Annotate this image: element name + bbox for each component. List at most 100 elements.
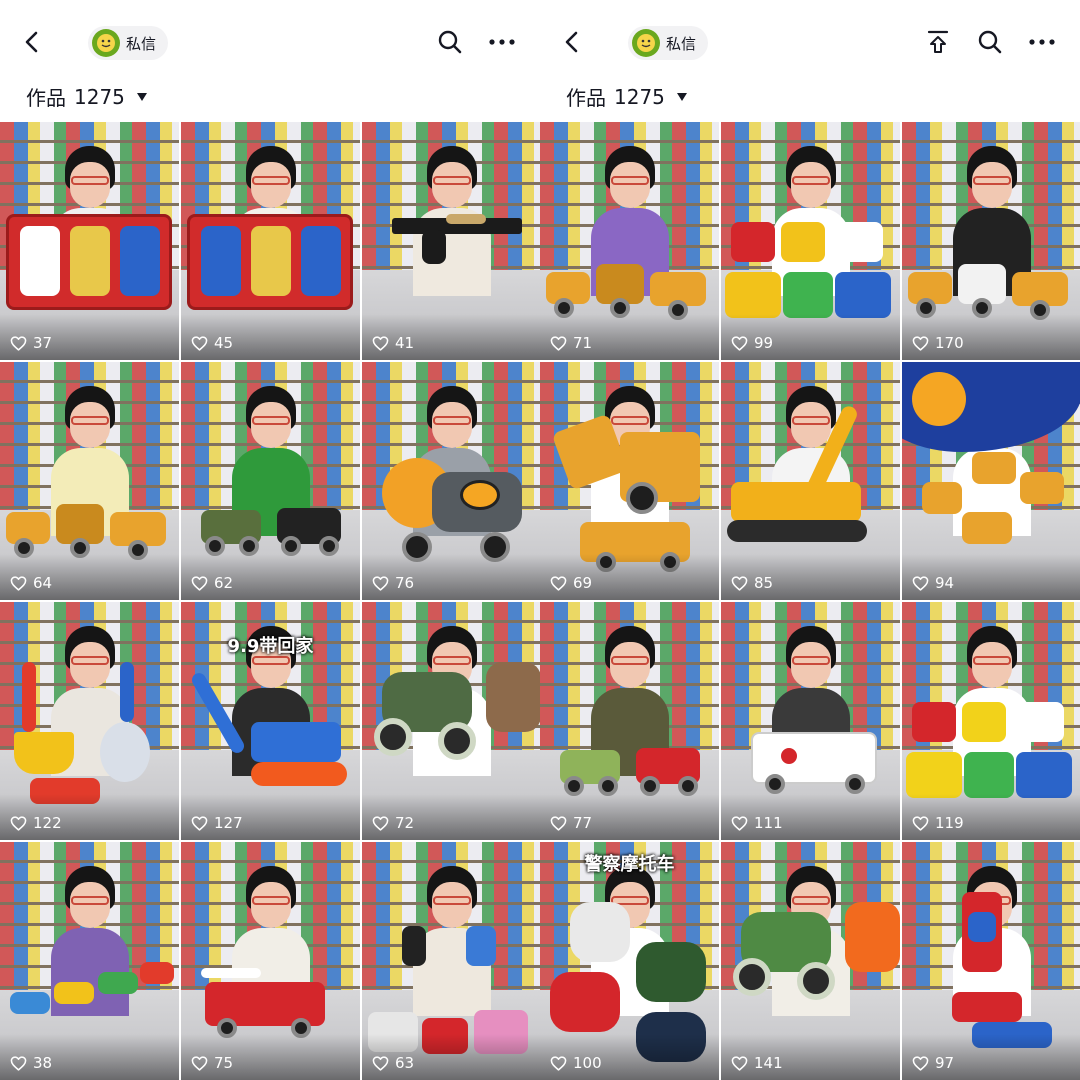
- video-thumbnail[interactable]: 85: [721, 362, 900, 600]
- pin-to-top-icon: [927, 30, 949, 53]
- video-thumbnail[interactable]: 9.9带回家 127: [181, 602, 360, 840]
- video-thumbnail[interactable]: 64: [0, 362, 179, 600]
- heart-icon: [912, 1055, 929, 1071]
- video-thumbnail[interactable]: 141: [721, 842, 900, 1080]
- video-thumbnail[interactable]: 41: [362, 122, 540, 360]
- works-label: 作品: [566, 86, 606, 110]
- back-button[interactable]: [18, 28, 46, 56]
- like-count: 97: [912, 1054, 954, 1072]
- like-count: 69: [550, 574, 592, 592]
- like-count-value: 85: [754, 574, 774, 592]
- heart-icon: [912, 335, 929, 351]
- works-label: 作品: [26, 86, 66, 110]
- video-thumbnail[interactable]: 119: [902, 602, 1080, 840]
- like-count: 72: [372, 814, 414, 832]
- video-thumbnail[interactable]: 38: [0, 842, 179, 1080]
- heart-icon: [550, 575, 567, 591]
- like-count: 127: [191, 814, 243, 832]
- heart-icon: [372, 1055, 389, 1071]
- works-filter[interactable]: 作品 1275: [566, 82, 687, 111]
- chevron-left-icon: [565, 31, 578, 53]
- like-count: 71: [550, 334, 592, 352]
- avatar: [92, 29, 120, 57]
- video-thumbnail[interactable]: 45: [181, 122, 360, 360]
- like-count-value: 76: [395, 574, 415, 592]
- like-count-value: 62: [214, 574, 234, 592]
- heart-icon: [550, 1055, 567, 1071]
- heart-icon: [191, 815, 208, 831]
- like-count: 37: [10, 334, 52, 352]
- back-button[interactable]: [558, 28, 586, 56]
- video-thumbnail[interactable]: 63: [362, 842, 540, 1080]
- video-thumbnail[interactable]: 122: [0, 602, 179, 840]
- like-count: 111: [731, 814, 783, 832]
- search-button[interactable]: [974, 26, 1006, 58]
- heart-icon: [372, 335, 389, 351]
- like-count-value: 64: [33, 574, 53, 592]
- like-count: 63: [372, 1054, 414, 1072]
- video-thumbnail[interactable]: 69: [540, 362, 719, 600]
- video-thumbnail[interactable]: 警察摩托车 100: [540, 842, 719, 1080]
- heart-icon: [191, 335, 208, 351]
- like-count: 119: [912, 814, 964, 832]
- like-count-value: 141: [754, 1054, 783, 1072]
- like-count-value: 111: [754, 814, 783, 832]
- video-thumbnail[interactable]: 77: [540, 602, 719, 840]
- private-message-button[interactable]: 私信: [628, 26, 709, 60]
- video-thumbnail[interactable]: 111: [721, 602, 900, 840]
- video-thumbnail[interactable]: 99: [721, 122, 900, 360]
- video-thumbnail[interactable]: 62: [181, 362, 360, 600]
- like-count-value: 127: [214, 814, 243, 832]
- heart-icon: [550, 335, 567, 351]
- heart-icon: [10, 575, 27, 591]
- avatar: [632, 29, 660, 57]
- heart-icon: [912, 815, 929, 831]
- smiley-avatar-icon: [637, 34, 655, 52]
- video-thumbnail[interactable]: 37: [0, 122, 179, 360]
- like-count: 64: [10, 574, 52, 592]
- video-thumbnail[interactable]: 75: [181, 842, 360, 1080]
- like-count: 45: [191, 334, 233, 352]
- video-caption: 9.9带回家: [227, 636, 314, 657]
- pin-top-button[interactable]: [922, 26, 954, 58]
- like-count-value: 38: [33, 1054, 53, 1072]
- more-button[interactable]: [1026, 26, 1058, 58]
- like-count-value: 94: [935, 574, 955, 592]
- like-count-value: 97: [935, 1054, 955, 1072]
- caret-down-icon: [676, 92, 687, 101]
- search-button[interactable]: [434, 26, 466, 58]
- like-count: 170: [912, 334, 964, 352]
- heart-icon: [10, 335, 27, 351]
- like-count: 41: [372, 334, 414, 352]
- like-count: 100: [550, 1054, 602, 1072]
- top-bar: 私信 作品 1275: [0, 0, 540, 122]
- like-count-value: 99: [754, 334, 774, 352]
- chevron-left-icon: [25, 31, 38, 53]
- video-thumbnail[interactable]: 170: [902, 122, 1080, 360]
- like-count: 99: [731, 334, 773, 352]
- more-button[interactable]: [486, 26, 518, 58]
- video-thumbnail[interactable]: 71: [540, 122, 719, 360]
- video-grid: 71 99 170 69 85 94 77 111 119 警察摩托车 100 …: [540, 122, 1080, 1080]
- like-count: 38: [10, 1054, 52, 1072]
- heart-icon: [372, 575, 389, 591]
- heart-icon: [10, 1055, 27, 1071]
- caret-down-icon: [136, 92, 147, 101]
- heart-icon: [191, 1055, 208, 1071]
- works-filter[interactable]: 作品 1275: [26, 82, 147, 111]
- video-thumbnail[interactable]: 97: [902, 842, 1080, 1080]
- like-count: 76: [372, 574, 414, 592]
- like-count-value: 37: [33, 334, 53, 352]
- heart-icon: [372, 815, 389, 831]
- like-count: 94: [912, 574, 954, 592]
- like-count: 85: [731, 574, 773, 592]
- video-thumbnail[interactable]: 94: [902, 362, 1080, 600]
- more-dots-icon: [1029, 39, 1055, 45]
- private-message-button[interactable]: 私信: [88, 26, 169, 60]
- like-count-value: 72: [395, 814, 415, 832]
- heart-icon: [191, 575, 208, 591]
- video-thumbnail[interactable]: 76: [362, 362, 540, 600]
- like-count: 75: [191, 1054, 233, 1072]
- like-count-value: 45: [214, 334, 234, 352]
- video-thumbnail[interactable]: 72: [362, 602, 540, 840]
